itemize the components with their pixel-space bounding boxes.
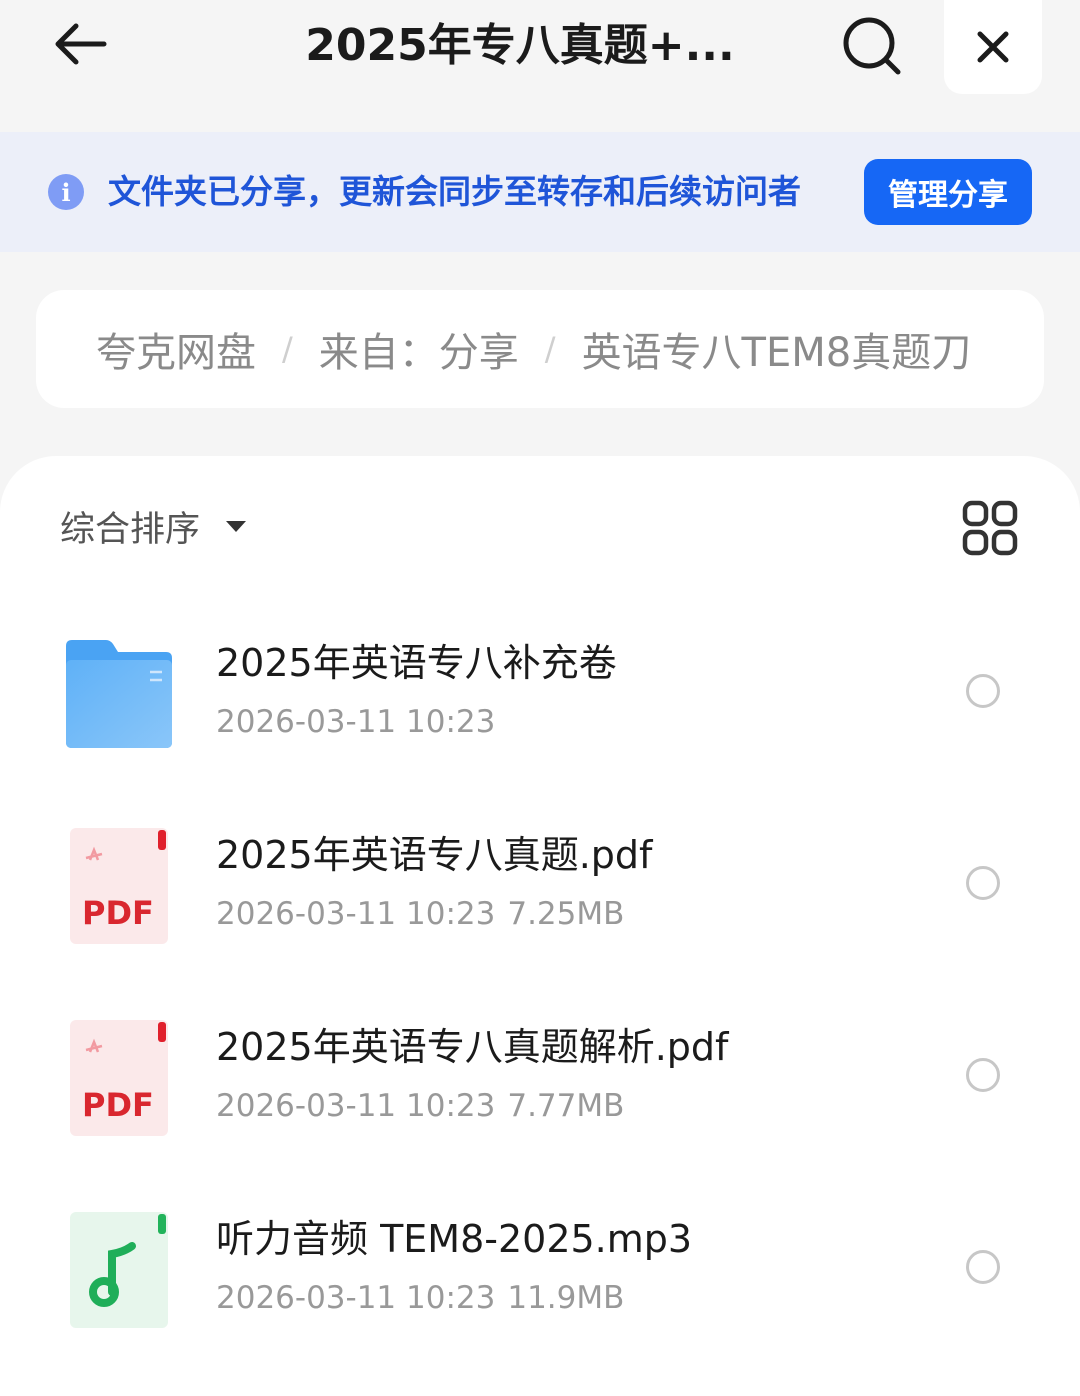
file-name: 2025年英语专八补充卷 [216,641,617,685]
file-name: 2025年英语专八真题解析.pdf [216,1025,729,1069]
file-list-panel: 综合排序 2025年英语专八补充卷 2026-03-11 10:23 PDF 2… [0,456,1080,1396]
close-icon [977,31,1009,63]
sort-dropdown[interactable]: 综合排序 [60,502,247,550]
search-button[interactable] [832,8,912,84]
search-icon [843,17,901,75]
sort-label: 综合排序 [60,509,201,550]
file-date: 2026-03-11 10:23 [216,896,496,932]
pdf-file-icon: PDF [62,824,176,948]
breadcrumb-trail: 夸克网盘 / 来自：分享 / 英语专八TEM8真题刀 [96,290,1021,408]
pdf-file-icon: PDF [62,1016,176,1140]
folder-icon [62,632,176,756]
breadcrumb-separator: / [544,330,556,368]
back-button[interactable] [44,12,116,76]
breadcrumb-item-root[interactable]: 夸克网盘 [96,320,256,378]
svg-text:PDF: PDF [82,1086,154,1124]
info-icon: i [48,174,84,210]
grid-view-icon [962,500,1018,556]
svg-text:PDF: PDF [82,894,154,932]
arrow-left-icon [55,23,107,65]
file-row-pdf[interactable]: PDF 2025年英语专八真题解析.pdf 2026-03-11 10:23 7.… [0,978,1080,1170]
file-name: 2025年英语专八真题.pdf [216,833,653,877]
close-button[interactable] [944,0,1042,94]
file-date: 2026-03-11 10:23 [216,704,496,740]
select-checkbox[interactable] [966,674,1000,708]
file-size: 7.77MB [507,1088,625,1124]
file-row-folder[interactable]: 2025年英语专八补充卷 2026-03-11 10:23 [0,594,1080,786]
breadcrumb-item-shared[interactable]: 来自：分享 [319,320,519,378]
file-meta: 2026-03-11 10:23 7.77MB [216,1084,624,1128]
manage-share-button[interactable]: 管理分享 [864,159,1032,225]
share-notice-text: 文件夹已分享，更新会同步至转存和后续访问者 [108,172,801,211]
file-meta: 2026-03-11 10:23 7.25MB [216,892,624,936]
breadcrumb-separator: / [282,330,293,368]
file-name: 听力音频 TEM8-2025.mp3 [216,1217,693,1261]
breadcrumb-item-current[interactable]: 英语专八TEM8真题刀 [582,320,972,378]
select-checkbox[interactable] [966,1250,1000,1284]
caret-down-icon [226,520,247,532]
file-size: 11.9MB [507,1280,625,1316]
select-checkbox[interactable] [966,866,1000,900]
file-size: 7.25MB [507,896,625,932]
file-row-pdf[interactable]: PDF 2025年英语专八真题.pdf 2026-03-11 10:23 7.25… [0,786,1080,978]
select-checkbox[interactable] [966,1058,1000,1092]
page-title: 2025年专八真题+... [305,20,735,71]
share-notice-banner: i 文件夹已分享，更新会同步至转存和后续访问者 管理分享 [0,132,1080,252]
file-meta: 2026-03-11 10:23 11.9MB [216,1276,624,1320]
audio-file-icon [62,1208,176,1332]
file-date: 2026-03-11 10:23 [216,1088,496,1124]
file-date: 2026-03-11 10:23 [216,1280,496,1316]
breadcrumb: 夸克网盘 / 来自：分享 / 英语专八TEM8真题刀 [36,290,1044,408]
file-row-audio[interactable]: 听力音频 TEM8-2025.mp3 2026-03-11 10:23 11.9M… [0,1170,1080,1362]
file-browser-page: 2025年专八真题+... i 文件夹已分享，更新会同步至转存和后续访问者 管理… [0,0,1080,1396]
file-list: 2025年英语专八补充卷 2026-03-11 10:23 PDF 2025年英… [0,594,1080,1362]
top-bar: 2025年专八真题+... [0,0,1080,132]
grid-view-toggle[interactable] [962,500,1018,556]
file-meta: 2026-03-11 10:23 [216,700,495,744]
